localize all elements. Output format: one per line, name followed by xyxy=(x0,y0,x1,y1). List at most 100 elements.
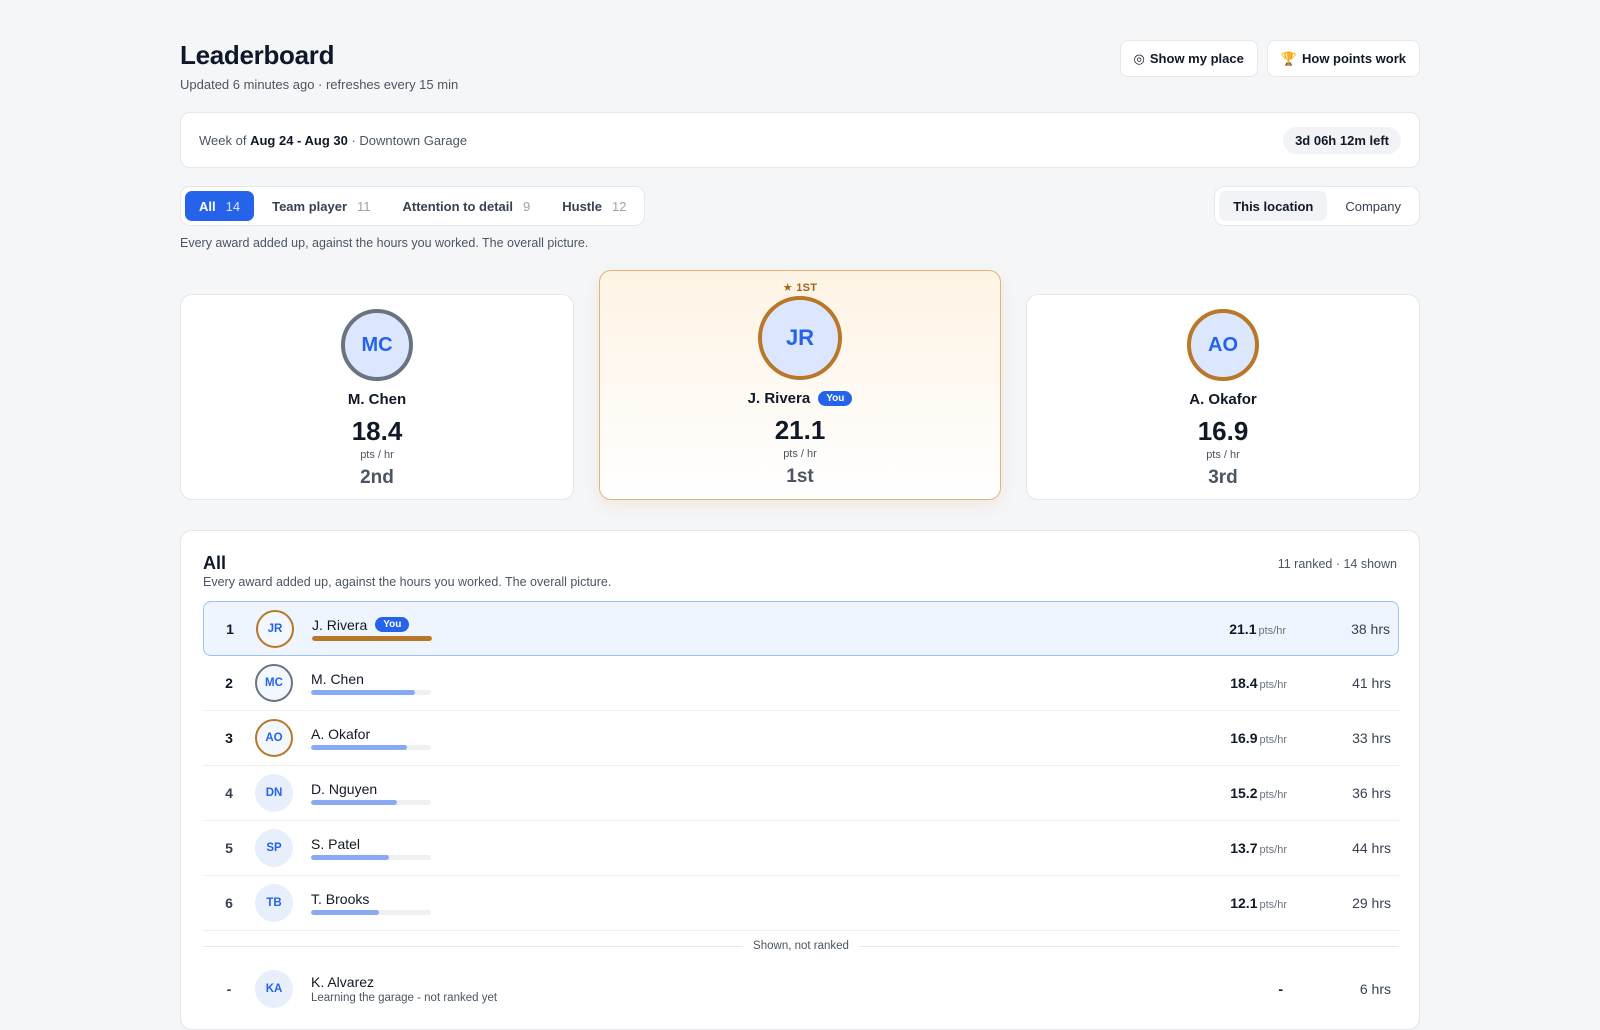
row-name: A. Okafor xyxy=(311,726,371,742)
row-rank: - xyxy=(226,980,232,997)
row-hours: 6 hrs xyxy=(1359,980,1391,997)
podium: MC M. Chen 18.4 pts / hr 2nd ★ 1ST JR J.… xyxy=(180,270,1420,510)
tab-attention-to-detail[interactable]: Attention to detail 9 xyxy=(389,191,545,221)
podium-score: 21.1 xyxy=(774,415,826,445)
podium-unit: pts / hr xyxy=(1206,449,1240,461)
score-unit: pts/hr xyxy=(1258,624,1286,637)
scope-this-location[interactable]: This location xyxy=(1219,191,1328,221)
score-unit: pts/hr xyxy=(1259,844,1287,856)
name-text: J. Rivera xyxy=(312,616,368,633)
ranking-table: All Every award added up, against the ho… xyxy=(180,530,1420,1030)
score-bar xyxy=(311,800,431,805)
row-rank: 6 xyxy=(225,895,233,911)
podium-name: J. Rivera You xyxy=(600,390,1000,407)
podium-unit: pts / hr xyxy=(360,449,394,461)
avatar: AO xyxy=(255,719,293,757)
row-hours: 38 hrs xyxy=(1351,620,1390,637)
how-points-work-button[interactable]: 🏆 How points work xyxy=(1266,40,1420,77)
trophy-icon: 🏆 xyxy=(1280,50,1297,66)
score-bar xyxy=(311,690,431,695)
you-badge: You xyxy=(375,617,410,632)
avatar: JR xyxy=(758,296,842,380)
avatar: MC xyxy=(255,664,293,702)
avatar: JR xyxy=(256,609,294,648)
table-row[interactable]: 5 SP S. Patel 13.7 pts/hr 44 hrs xyxy=(203,821,1399,876)
week-bar: Week of Aug 24 - Aug 30 · Downtown Garag… xyxy=(180,112,1420,168)
target-icon: ◎ xyxy=(1133,50,1145,66)
score-value: 15.2 xyxy=(1230,785,1258,801)
podium-name: M. Chen xyxy=(181,391,573,408)
row-name: K. Alvarez xyxy=(311,973,375,990)
week-range: Aug 24 - Aug 30 xyxy=(250,132,348,148)
name-text: A. Okafor xyxy=(1189,391,1257,408)
row-note: Learning the garage - not ranked yet xyxy=(311,991,498,1004)
score-unit: pts/hr xyxy=(1259,734,1287,746)
table-row[interactable]: 6 TB T. Brooks 12.1 pts/hr 29 hrs xyxy=(203,876,1399,931)
score-bar xyxy=(311,855,431,860)
score-value: 21.1 xyxy=(1229,620,1257,637)
tab-count: 11 xyxy=(357,198,371,214)
row-score: 13.7 pts/hr xyxy=(1230,840,1287,856)
tab-label: Hustle xyxy=(562,198,602,214)
row-hours: 36 hrs xyxy=(1352,785,1391,801)
tab-label: Attention to detail xyxy=(402,198,514,214)
row-hours: 33 hrs xyxy=(1352,730,1391,746)
row-name-block: D. Nguyen xyxy=(311,781,431,805)
podium-score: 18.4 xyxy=(351,416,403,446)
podium-card-third[interactable]: AO A. Okafor 16.9 pts / hr 3rd xyxy=(1026,294,1420,500)
score-bar xyxy=(311,745,431,750)
score-bar-fill xyxy=(311,910,380,915)
tab-all[interactable]: All 14 xyxy=(185,191,255,221)
scope-company[interactable]: Company xyxy=(1331,191,1415,221)
show-my-place-label: Show my place xyxy=(1149,51,1244,66)
row-name-block: S. Patel xyxy=(311,836,431,860)
table-count: 11 ranked · 14 shown xyxy=(1277,557,1397,571)
table-row[interactable]: - KA K. Alvarez Learning the garage - no… xyxy=(203,961,1399,1016)
table-row[interactable]: 1 JR J. Rivera You 21.1 pts/hr 38 hrs xyxy=(203,601,1399,656)
scope-toggle: This location Company xyxy=(1214,186,1420,226)
tab-hustle[interactable]: Hustle 12 xyxy=(548,191,640,221)
table-row[interactable]: 2 MC M. Chen 18.4 pts/hr 41 hrs xyxy=(203,656,1399,711)
avatar: KA xyxy=(255,969,293,1008)
tab-label: All xyxy=(199,198,216,214)
unranked-divider: Shown, not ranked xyxy=(203,931,1399,961)
table-description: Every award added up, against the hours … xyxy=(203,575,612,589)
row-rank: 1 xyxy=(226,620,234,637)
avatar: TB xyxy=(255,884,293,922)
avatar: SP xyxy=(255,829,293,867)
tab-count: 9 xyxy=(523,198,531,214)
score-value: 16.9 xyxy=(1230,730,1258,746)
tab-count: 14 xyxy=(225,198,241,214)
score-value: 13.7 xyxy=(1230,840,1258,856)
ranking-rows: 1 JR J. Rivera You 21.1 pts/hr 38 hrs 2 MC… xyxy=(203,601,1399,1016)
podium-card-second[interactable]: MC M. Chen 18.4 pts / hr 2nd xyxy=(180,294,574,500)
table-row[interactable]: 4 DN D. Nguyen 15.2 pts/hr 36 hrs xyxy=(203,766,1399,821)
category-description: Every award added up, against the hours … xyxy=(180,236,589,250)
podium-name: A. Okafor xyxy=(1027,391,1419,408)
row-hours: 44 hrs xyxy=(1352,840,1391,856)
row-name-block: A. Okafor xyxy=(311,726,431,750)
row-name-block: M. Chen xyxy=(311,671,431,695)
show-my-place-button[interactable]: ◎ Show my place xyxy=(1119,40,1258,77)
row-name-block: T. Brooks xyxy=(311,891,431,915)
tab-team-player[interactable]: Team player 11 xyxy=(258,191,384,221)
row-hours: 29 hrs xyxy=(1352,895,1391,911)
header-actions: ◎ Show my place 🏆 How points work xyxy=(1119,40,1420,77)
score-unit: pts/hr xyxy=(1259,899,1287,911)
week-prefix: Week of xyxy=(199,132,247,148)
row-rank: 3 xyxy=(225,730,233,746)
row-score: 12.1 pts/hr xyxy=(1230,895,1287,911)
podium-rank: 2nd xyxy=(360,467,394,488)
table-row[interactable]: 3 AO A. Okafor 16.9 pts/hr 33 hrs xyxy=(203,711,1399,766)
score-bar-fill xyxy=(312,635,432,641)
name-text: M. Chen xyxy=(347,391,407,408)
first-place-tag: ★ 1ST xyxy=(782,282,818,294)
podium-card-first[interactable]: ★ 1ST JR J. Rivera You 21.1 pts / hr 1st xyxy=(599,270,1001,500)
row-name-block: J. Rivera You xyxy=(312,617,432,641)
tab-label: Team player xyxy=(272,198,348,214)
podium-rank: 3rd xyxy=(1208,467,1238,488)
you-badge: You xyxy=(818,391,853,406)
how-points-work-label: How points work xyxy=(1302,51,1406,66)
score-value: 18.4 xyxy=(1230,675,1258,691)
update-status: Updated 6 minutes ago · refreshes every … xyxy=(180,77,459,92)
